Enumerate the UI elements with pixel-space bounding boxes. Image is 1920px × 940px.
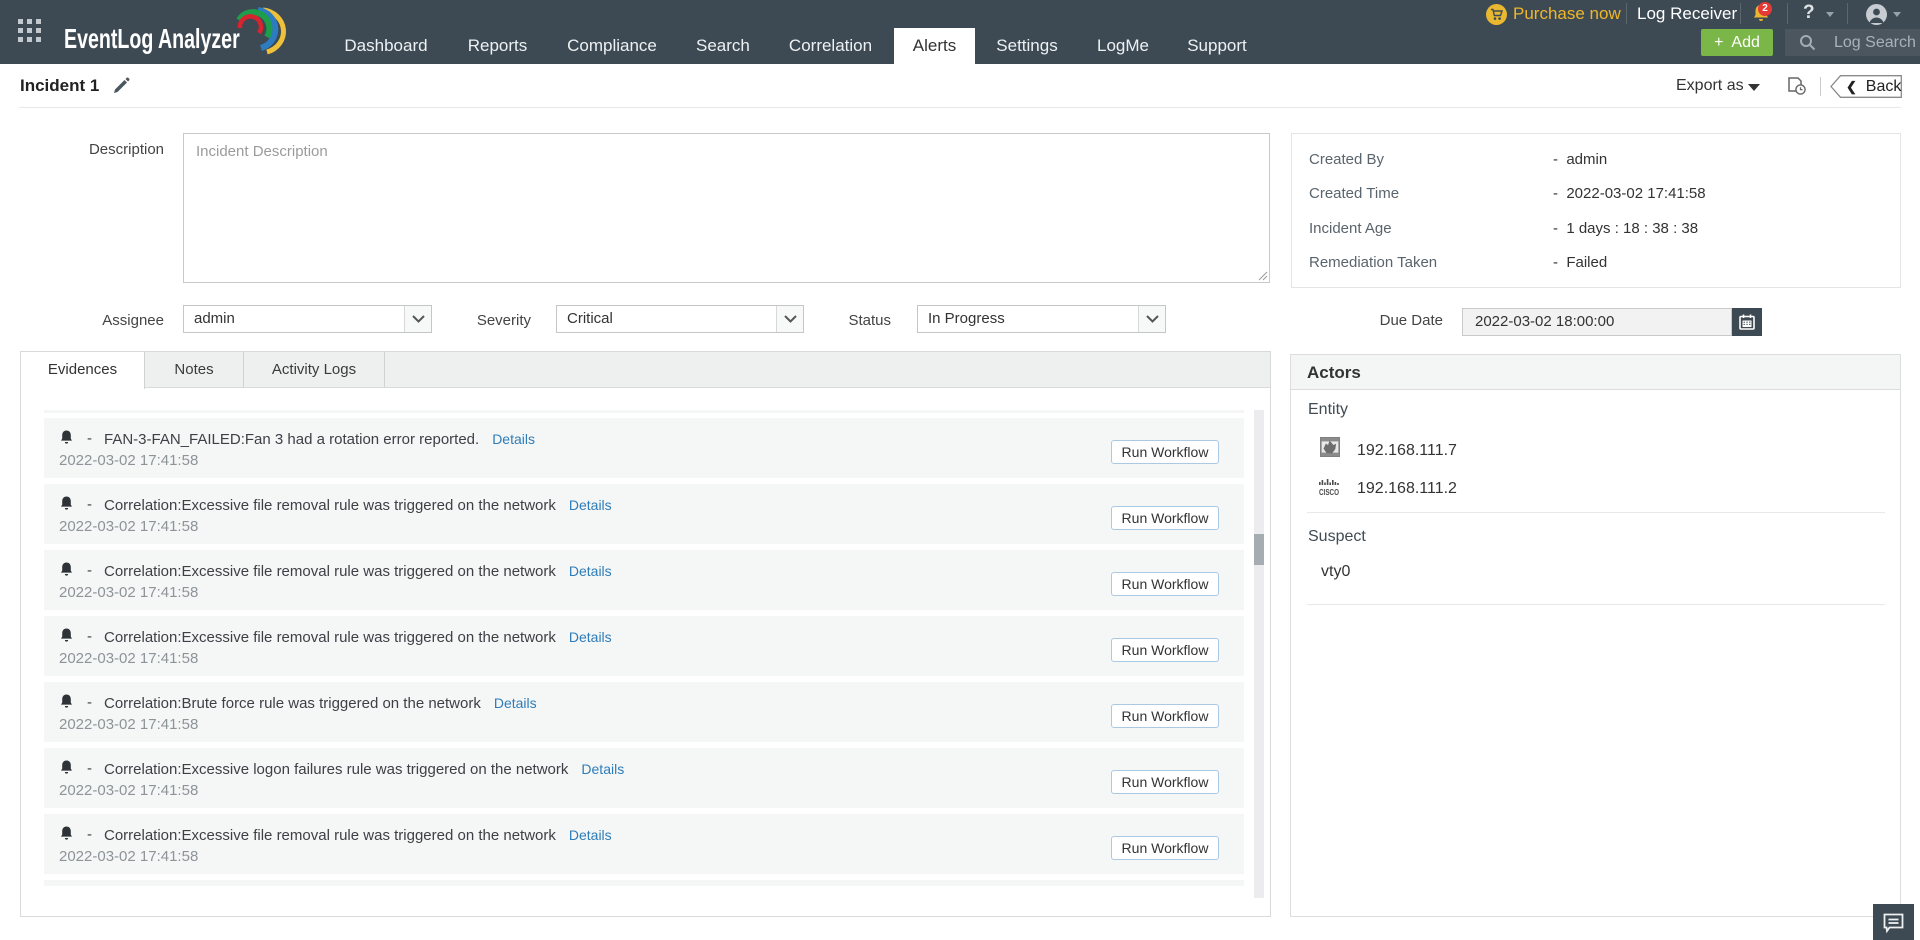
svg-text:CISCO: CISCO [1319, 488, 1339, 497]
